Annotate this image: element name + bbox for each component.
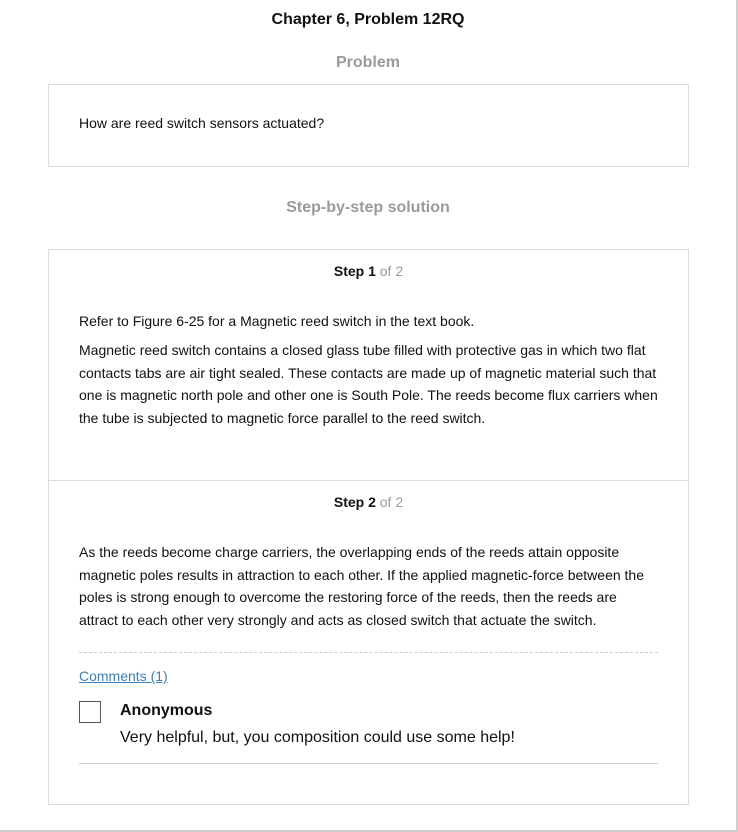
- step-1-paragraph: Magnetic reed switch contains a closed g…: [79, 342, 658, 426]
- problem-text: How are reed switch sensors actuated?: [79, 115, 325, 131]
- comment-divider: [79, 763, 658, 764]
- comments-link[interactable]: Comments (1): [79, 668, 168, 684]
- problem-box: How are reed switch sensors actuated?: [48, 84, 689, 167]
- step-1-count: of 2: [379, 263, 404, 279]
- step-2-paragraph: As the reeds become charge carriers, the…: [79, 544, 644, 628]
- step-2-count: of 2: [379, 494, 404, 510]
- problem-heading: Problem: [335, 54, 400, 71]
- solution-heading: Step-by-step solution: [286, 199, 450, 216]
- solution-box: Step 1 of 2 Refer to Figure 6-25 for a M…: [48, 249, 689, 805]
- comment-text: Very helpful, but, you composition could…: [120, 729, 515, 746]
- page-title: Chapter 6, Problem 12RQ: [271, 11, 465, 28]
- comments-divider: [79, 652, 658, 653]
- step-1-label: Step 1: [333, 263, 376, 279]
- step-2-label: Step 2: [333, 494, 376, 510]
- avatar: [79, 701, 101, 723]
- comment-author: Anonymous: [120, 702, 213, 719]
- step-1-header: Step 1 of 2: [49, 263, 688, 279]
- step-divider: [49, 480, 688, 481]
- step-1-paragraph: Refer to Figure 6-25 for a Magnetic reed…: [79, 313, 475, 329]
- step-2-header: Step 2 of 2: [49, 494, 688, 510]
